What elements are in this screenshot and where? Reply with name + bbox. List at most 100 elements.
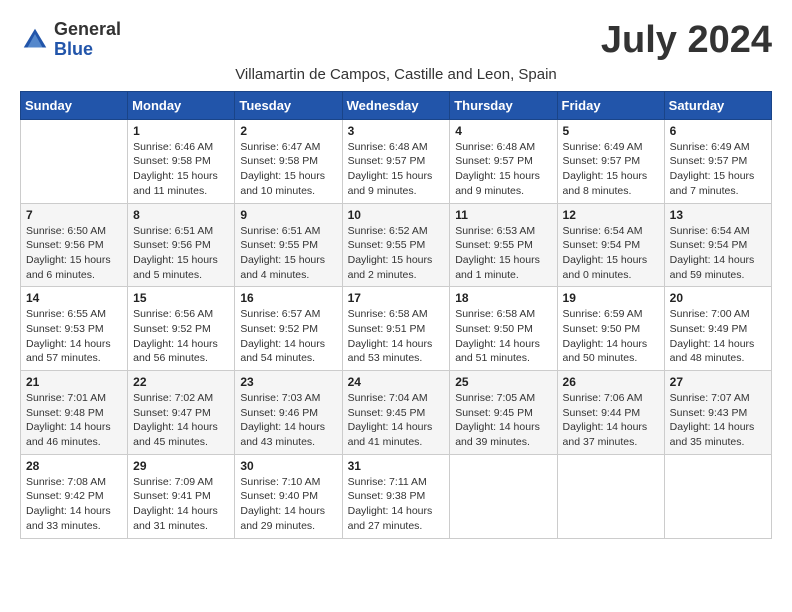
calendar-week-4: 21 Sunrise: 7:01 AM Sunset: 9:48 PM Dayl… [21, 371, 772, 455]
calendar-week-3: 14 Sunrise: 6:55 AM Sunset: 9:53 PM Dayl… [21, 287, 772, 371]
calendar-header-friday: Friday [557, 91, 664, 119]
day-info: Sunrise: 6:56 AM Sunset: 9:52 PM Dayligh… [133, 307, 229, 366]
calendar-cell: 9 Sunrise: 6:51 AM Sunset: 9:55 PM Dayli… [235, 203, 342, 287]
day-info: Sunrise: 7:05 AM Sunset: 9:45 PM Dayligh… [455, 391, 551, 450]
day-number: 24 [348, 375, 445, 389]
calendar-header-tuesday: Tuesday [235, 91, 342, 119]
day-number: 31 [348, 459, 445, 473]
day-number: 28 [26, 459, 122, 473]
day-number: 16 [240, 291, 336, 305]
calendar-cell [450, 454, 557, 538]
calendar-header-saturday: Saturday [664, 91, 771, 119]
day-number: 22 [133, 375, 229, 389]
day-number: 21 [26, 375, 122, 389]
calendar-week-5: 28 Sunrise: 7:08 AM Sunset: 9:42 PM Dayl… [21, 454, 772, 538]
calendar-cell: 24 Sunrise: 7:04 AM Sunset: 9:45 PM Dayl… [342, 371, 450, 455]
logo-text: General Blue [54, 20, 121, 60]
calendar-header-sunday: Sunday [21, 91, 128, 119]
day-number: 27 [670, 375, 766, 389]
day-number: 3 [348, 124, 445, 138]
calendar-header-wednesday: Wednesday [342, 91, 450, 119]
calendar-cell: 15 Sunrise: 6:56 AM Sunset: 9:52 PM Dayl… [128, 287, 235, 371]
day-info: Sunrise: 7:03 AM Sunset: 9:46 PM Dayligh… [240, 391, 336, 450]
day-info: Sunrise: 6:51 AM Sunset: 9:56 PM Dayligh… [133, 224, 229, 283]
day-number: 10 [348, 208, 445, 222]
day-info: Sunrise: 7:04 AM Sunset: 9:45 PM Dayligh… [348, 391, 445, 450]
calendar-cell: 20 Sunrise: 7:00 AM Sunset: 9:49 PM Dayl… [664, 287, 771, 371]
calendar-header-row: SundayMondayTuesdayWednesdayThursdayFrid… [21, 91, 772, 119]
day-number: 26 [563, 375, 659, 389]
calendar-cell: 19 Sunrise: 6:59 AM Sunset: 9:50 PM Dayl… [557, 287, 664, 371]
day-info: Sunrise: 6:57 AM Sunset: 9:52 PM Dayligh… [240, 307, 336, 366]
day-number: 1 [133, 124, 229, 138]
day-number: 4 [455, 124, 551, 138]
day-info: Sunrise: 6:59 AM Sunset: 9:50 PM Dayligh… [563, 307, 659, 366]
calendar-cell: 27 Sunrise: 7:07 AM Sunset: 9:43 PM Dayl… [664, 371, 771, 455]
day-info: Sunrise: 7:11 AM Sunset: 9:38 PM Dayligh… [348, 475, 445, 534]
day-info: Sunrise: 6:48 AM Sunset: 9:57 PM Dayligh… [348, 140, 445, 199]
calendar-cell: 8 Sunrise: 6:51 AM Sunset: 9:56 PM Dayli… [128, 203, 235, 287]
day-info: Sunrise: 6:58 AM Sunset: 9:50 PM Dayligh… [455, 307, 551, 366]
day-info: Sunrise: 6:52 AM Sunset: 9:55 PM Dayligh… [348, 224, 445, 283]
day-info: Sunrise: 7:10 AM Sunset: 9:40 PM Dayligh… [240, 475, 336, 534]
day-info: Sunrise: 6:54 AM Sunset: 9:54 PM Dayligh… [670, 224, 766, 283]
day-info: Sunrise: 6:54 AM Sunset: 9:54 PM Dayligh… [563, 224, 659, 283]
logo: General Blue [20, 20, 121, 60]
calendar-cell: 6 Sunrise: 6:49 AM Sunset: 9:57 PM Dayli… [664, 119, 771, 203]
title-block: July 2024 [601, 20, 772, 62]
calendar-cell: 29 Sunrise: 7:09 AM Sunset: 9:41 PM Dayl… [128, 454, 235, 538]
calendar-cell: 25 Sunrise: 7:05 AM Sunset: 9:45 PM Dayl… [450, 371, 557, 455]
day-info: Sunrise: 6:48 AM Sunset: 9:57 PM Dayligh… [455, 140, 551, 199]
day-info: Sunrise: 6:58 AM Sunset: 9:51 PM Dayligh… [348, 307, 445, 366]
day-number: 23 [240, 375, 336, 389]
day-info: Sunrise: 6:50 AM Sunset: 9:56 PM Dayligh… [26, 224, 122, 283]
calendar-cell: 18 Sunrise: 6:58 AM Sunset: 9:50 PM Dayl… [450, 287, 557, 371]
day-number: 5 [563, 124, 659, 138]
day-number: 9 [240, 208, 336, 222]
logo-blue: Blue [54, 40, 121, 60]
calendar-cell [557, 454, 664, 538]
day-number: 2 [240, 124, 336, 138]
calendar-cell: 16 Sunrise: 6:57 AM Sunset: 9:52 PM Dayl… [235, 287, 342, 371]
calendar-cell: 12 Sunrise: 6:54 AM Sunset: 9:54 PM Dayl… [557, 203, 664, 287]
day-number: 12 [563, 208, 659, 222]
day-info: Sunrise: 6:49 AM Sunset: 9:57 PM Dayligh… [563, 140, 659, 199]
calendar-cell: 2 Sunrise: 6:47 AM Sunset: 9:58 PM Dayli… [235, 119, 342, 203]
calendar-cell [664, 454, 771, 538]
logo-icon [20, 25, 50, 55]
day-info: Sunrise: 7:06 AM Sunset: 9:44 PM Dayligh… [563, 391, 659, 450]
day-info: Sunrise: 7:00 AM Sunset: 9:49 PM Dayligh… [670, 307, 766, 366]
day-info: Sunrise: 7:08 AM Sunset: 9:42 PM Dayligh… [26, 475, 122, 534]
day-number: 13 [670, 208, 766, 222]
calendar-cell: 22 Sunrise: 7:02 AM Sunset: 9:47 PM Dayl… [128, 371, 235, 455]
calendar-cell: 13 Sunrise: 6:54 AM Sunset: 9:54 PM Dayl… [664, 203, 771, 287]
day-info: Sunrise: 7:07 AM Sunset: 9:43 PM Dayligh… [670, 391, 766, 450]
day-info: Sunrise: 7:01 AM Sunset: 9:48 PM Dayligh… [26, 391, 122, 450]
day-info: Sunrise: 6:46 AM Sunset: 9:58 PM Dayligh… [133, 140, 229, 199]
day-info: Sunrise: 6:51 AM Sunset: 9:55 PM Dayligh… [240, 224, 336, 283]
day-number: 15 [133, 291, 229, 305]
calendar-cell: 14 Sunrise: 6:55 AM Sunset: 9:53 PM Dayl… [21, 287, 128, 371]
calendar-cell: 1 Sunrise: 6:46 AM Sunset: 9:58 PM Dayli… [128, 119, 235, 203]
day-number: 14 [26, 291, 122, 305]
calendar-cell: 3 Sunrise: 6:48 AM Sunset: 9:57 PM Dayli… [342, 119, 450, 203]
calendar-cell: 5 Sunrise: 6:49 AM Sunset: 9:57 PM Dayli… [557, 119, 664, 203]
page-header: General Blue July 2024 [20, 20, 772, 62]
calendar-cell: 31 Sunrise: 7:11 AM Sunset: 9:38 PM Dayl… [342, 454, 450, 538]
day-info: Sunrise: 6:49 AM Sunset: 9:57 PM Dayligh… [670, 140, 766, 199]
calendar-cell: 28 Sunrise: 7:08 AM Sunset: 9:42 PM Dayl… [21, 454, 128, 538]
day-number: 11 [455, 208, 551, 222]
day-info: Sunrise: 6:55 AM Sunset: 9:53 PM Dayligh… [26, 307, 122, 366]
day-info: Sunrise: 7:09 AM Sunset: 9:41 PM Dayligh… [133, 475, 229, 534]
day-number: 29 [133, 459, 229, 473]
day-number: 20 [670, 291, 766, 305]
calendar-cell: 11 Sunrise: 6:53 AM Sunset: 9:55 PM Dayl… [450, 203, 557, 287]
month-year-title: July 2024 [601, 20, 772, 62]
day-number: 19 [563, 291, 659, 305]
calendar-table: SundayMondayTuesdayWednesdayThursdayFrid… [20, 91, 772, 539]
calendar-cell [21, 119, 128, 203]
calendar-cell: 21 Sunrise: 7:01 AM Sunset: 9:48 PM Dayl… [21, 371, 128, 455]
calendar-cell: 30 Sunrise: 7:10 AM Sunset: 9:40 PM Dayl… [235, 454, 342, 538]
calendar-cell: 23 Sunrise: 7:03 AM Sunset: 9:46 PM Dayl… [235, 371, 342, 455]
calendar-week-2: 7 Sunrise: 6:50 AM Sunset: 9:56 PM Dayli… [21, 203, 772, 287]
